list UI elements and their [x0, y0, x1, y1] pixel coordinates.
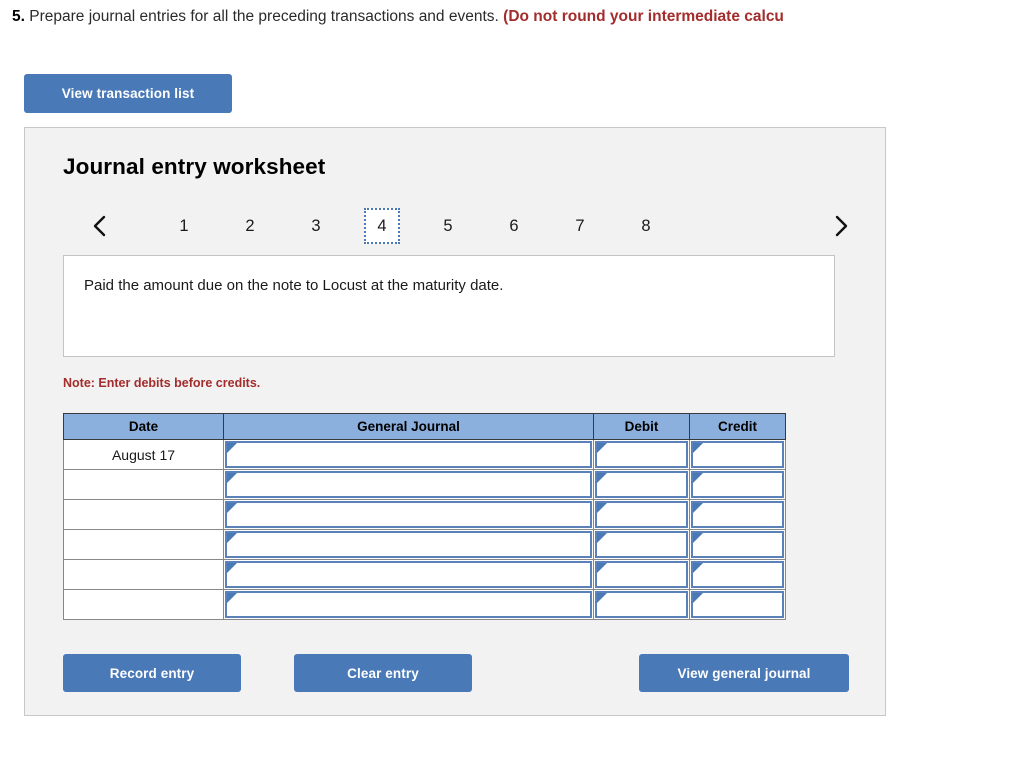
date-cell[interactable] — [63, 589, 224, 620]
question-number: 5. — [12, 8, 25, 25]
credit-input[interactable] — [689, 529, 786, 560]
record-entry-button[interactable]: Record entry — [63, 654, 241, 692]
tab-3[interactable]: 3 — [298, 208, 334, 244]
worksheet-title: Journal entry worksheet — [63, 154, 326, 179]
debit-input[interactable] — [593, 469, 690, 500]
debits-before-credits-note: Note: Enter debits before credits. — [63, 376, 261, 390]
journal-entry-worksheet-panel: Journal entry worksheet 1 2 3 4 5 6 7 8 … — [24, 127, 886, 716]
question-warning: (Do not round your intermediate calcu — [503, 8, 784, 25]
question-prompt: 5. Prepare journal entries for all the p… — [12, 7, 1024, 27]
table-row: August 17 — [63, 439, 786, 470]
general-journal-input[interactable] — [223, 439, 594, 470]
column-header-date: Date — [63, 413, 224, 440]
chevron-right-icon[interactable] — [828, 210, 854, 242]
table-row — [63, 559, 786, 590]
general-journal-input[interactable] — [223, 529, 594, 560]
table-row — [63, 469, 786, 500]
date-cell[interactable]: August 17 — [63, 439, 224, 470]
tab-2[interactable]: 2 — [232, 208, 268, 244]
journal-entry-table: Date General Journal Debit Credit August… — [63, 413, 786, 620]
table-row — [63, 499, 786, 530]
date-cell[interactable] — [63, 559, 224, 590]
debit-input[interactable] — [593, 589, 690, 620]
credit-input[interactable] — [689, 499, 786, 530]
transaction-description-box: Paid the amount due on the note to Locus… — [63, 255, 835, 357]
column-header-credit: Credit — [689, 413, 786, 440]
credit-input[interactable] — [689, 559, 786, 590]
general-journal-input[interactable] — [223, 559, 594, 590]
tab-4[interactable]: 4 — [364, 208, 400, 244]
view-general-journal-button[interactable]: View general journal — [639, 654, 849, 692]
credit-input[interactable] — [689, 469, 786, 500]
table-row — [63, 589, 786, 620]
debit-input[interactable] — [593, 529, 690, 560]
tab-1[interactable]: 1 — [166, 208, 202, 244]
general-journal-input[interactable] — [223, 469, 594, 500]
clear-entry-button[interactable]: Clear entry — [294, 654, 472, 692]
debit-input[interactable] — [593, 559, 690, 590]
credit-input[interactable] — [689, 589, 786, 620]
worksheet-tabs: 1 2 3 4 5 6 7 8 — [63, 204, 853, 248]
column-header-debit: Debit — [593, 413, 690, 440]
tab-7[interactable]: 7 — [562, 208, 598, 244]
transaction-description-text: Paid the amount due on the note to Locus… — [84, 277, 504, 294]
date-cell[interactable] — [63, 499, 224, 530]
general-journal-input[interactable] — [223, 589, 594, 620]
table-header-row: Date General Journal Debit Credit — [63, 413, 786, 440]
credit-input[interactable] — [689, 439, 786, 470]
chevron-left-icon[interactable] — [87, 210, 113, 242]
debit-input[interactable] — [593, 439, 690, 470]
view-transaction-list-button[interactable]: View transaction list — [24, 74, 232, 113]
tab-8[interactable]: 8 — [628, 208, 664, 244]
general-journal-input[interactable] — [223, 499, 594, 530]
date-cell[interactable] — [63, 469, 224, 500]
table-row — [63, 529, 786, 560]
debit-input[interactable] — [593, 499, 690, 530]
question-text: Prepare journal entries for all the prec… — [29, 8, 499, 25]
tab-5[interactable]: 5 — [430, 208, 466, 244]
column-header-general-journal: General Journal — [223, 413, 594, 440]
tab-6[interactable]: 6 — [496, 208, 532, 244]
date-cell[interactable] — [63, 529, 224, 560]
